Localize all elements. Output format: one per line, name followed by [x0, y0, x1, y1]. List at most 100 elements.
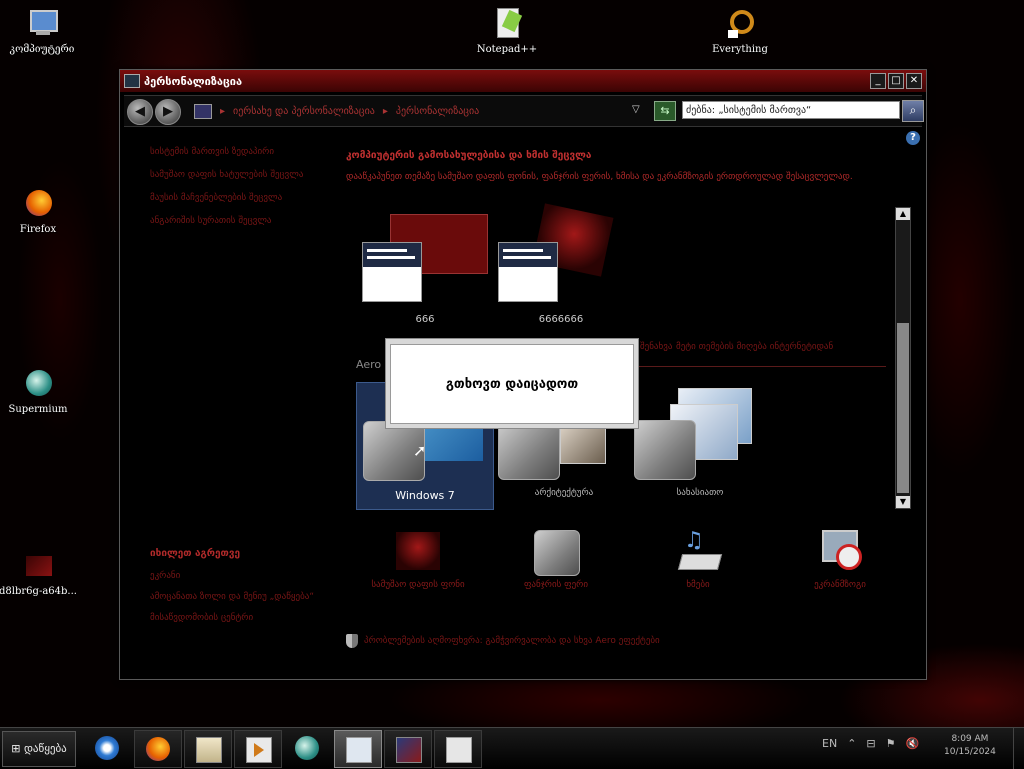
desktop-icon-label: Notepad++	[476, 44, 538, 55]
desktop-icon-computer[interactable]: კომპიუტერი	[0, 8, 84, 55]
see-also-link[interactable]: ამოცანათა ზოლი და მენიუ „დაწყება“	[150, 591, 320, 604]
taskbar-media-player[interactable]	[234, 730, 282, 768]
troubleshoot-note[interactable]: პრობლემების აღმოფხვრა: გამჭვირვალობა და …	[346, 634, 660, 648]
see-also-link[interactable]: ეკრანი	[150, 570, 320, 583]
chevron-right-icon[interactable]: ▸	[383, 106, 388, 117]
refresh-button[interactable]: ⇆	[654, 101, 676, 121]
nav-link[interactable]: ანგარიშის სურათის შეცვლა	[150, 215, 310, 228]
clock[interactable]: 8:09 AM 10/15/2024	[944, 733, 996, 759]
chevron-down-icon[interactable]: ▸	[220, 106, 225, 117]
mouse-cursor-icon: ➚	[413, 441, 427, 460]
maximize-button[interactable]: □	[888, 73, 904, 89]
taskbar-ie[interactable]	[84, 730, 130, 766]
theme-name: Windows 7	[395, 489, 455, 502]
taskbar-control-panel[interactable]	[334, 730, 382, 768]
folder-icon	[196, 737, 222, 763]
internet-explorer-icon	[95, 736, 119, 760]
chevron-up-icon[interactable]: ⌃	[847, 737, 856, 750]
app-icon	[396, 737, 422, 763]
please-wait-text: გთხოვთ დაიცადოთ	[445, 377, 579, 392]
sounds-icon: ♫	[674, 528, 723, 576]
personalization-window: პერსონალიზაცია _ □ ✕ ◀ ▶ ▸ იერსახე და პე…	[119, 69, 927, 680]
theme-item-666[interactable]: 666	[360, 210, 490, 330]
taskbar-app[interactable]	[384, 730, 432, 768]
shield-icon	[346, 634, 358, 648]
nav-link[interactable]: სამუშაო დაფის ხატულების შეცვლა	[150, 169, 310, 182]
save-theme-link[interactable]: შენახვა	[640, 342, 672, 352]
taskbar-settings-app[interactable]	[434, 730, 482, 768]
desktop-icon-notepadpp[interactable]: Notepad++	[465, 8, 549, 55]
bottom-label: სამუშაო დაფის ფონი	[371, 580, 465, 590]
firefox-icon	[146, 737, 170, 761]
start-label: დაწყება	[23, 742, 67, 755]
media-player-icon	[246, 737, 272, 763]
minimize-button[interactable]: _	[870, 73, 886, 89]
left-nav: სისტემის მართვის ზედაპირი სამუშაო დაფის …	[150, 146, 310, 238]
theme-item-characters[interactable]: სახასიათო	[632, 382, 768, 508]
search-icon[interactable]: ⌕	[902, 100, 924, 122]
start-button[interactable]: ⊞ დაწყება	[2, 731, 76, 767]
notepad-plus-plus-icon	[491, 8, 523, 40]
desktop-icon-everything[interactable]: Everything	[698, 8, 782, 55]
close-button[interactable]: ✕	[906, 73, 922, 89]
theme-preview	[498, 420, 560, 480]
desktop-background-icon	[394, 528, 442, 576]
bottom-label: ფანჯრის ფერი	[524, 580, 588, 590]
sounds-button[interactable]: ♫ ხმები	[638, 528, 758, 590]
theme-name: 6666666	[538, 314, 584, 325]
theme-preview	[362, 242, 422, 302]
window-titlebar[interactable]: პერსონალიზაცია	[120, 70, 926, 92]
bottom-label: ხმები	[686, 580, 710, 590]
show-desktop-button[interactable]	[1013, 728, 1024, 769]
control-panel-icon	[346, 737, 372, 763]
search-input[interactable]: ძებნა: „სისტემის მართვა“	[682, 101, 900, 119]
window-color-icon	[532, 528, 580, 576]
help-icon[interactable]: ?	[906, 131, 920, 145]
taskbar-explorer[interactable]	[184, 730, 232, 768]
volume-muted-icon[interactable]: 🔇	[906, 737, 920, 750]
language-indicator[interactable]: EN	[822, 737, 837, 750]
breadcrumb: ▸ იერსახე და პერსონალიზაცია ▸ პერსონალიზ…	[194, 104, 479, 119]
nav-link[interactable]: მაუსის მაჩვენებლების შეცვლა	[150, 192, 310, 205]
screensaver-button[interactable]: ეკრანმზოგი	[780, 528, 900, 590]
desktop-icon-label: Supermium	[8, 404, 68, 415]
scroll-down-button[interactable]: ▼	[896, 496, 910, 508]
clock-date: 10/15/2024	[944, 747, 996, 757]
taskbar-firefox[interactable]	[134, 730, 182, 768]
see-also-title: იხილეთ აგრეთვე	[150, 548, 241, 559]
see-also-link[interactable]: მისაწვდომობის ცენტრი	[150, 612, 320, 625]
nav-link[interactable]: სისტემის მართვის ზედაპირი	[150, 146, 310, 159]
screensaver-icon	[816, 528, 864, 576]
page-title: კომპიუტერის გამოსახულებისა და ხმის შეცვლ…	[346, 150, 592, 161]
desktop-icon-supermium[interactable]: Supermium	[0, 368, 80, 415]
scroll-thumb[interactable]	[897, 323, 909, 493]
theme-item-6666666[interactable]: 6666666	[496, 203, 626, 330]
theme-name: სახასიათო	[676, 488, 724, 498]
please-wait-dialog: გთხოვთ დაიცადოთ	[385, 338, 639, 429]
firefox-icon	[22, 188, 54, 220]
flag-icon[interactable]: ⚑	[886, 737, 896, 750]
scroll-up-button[interactable]: ▲	[896, 208, 910, 220]
window-title: პერსონალიზაცია	[144, 74, 243, 88]
taskbar-supermium[interactable]	[284, 730, 330, 766]
system-tray: EN ⌃ ⊟ ⚑ 🔇	[822, 737, 919, 750]
breadcrumb-item[interactable]: იერსახე და პერსონალიზაცია	[233, 106, 375, 117]
desktop-background-button[interactable]: სამუშაო დაფის ფონი	[358, 528, 478, 590]
control-panel-icon	[194, 104, 212, 119]
forward-button[interactable]: ▶	[155, 99, 181, 125]
desktop-icon-image-file[interactable]: d8lbr6g-a64b...	[0, 550, 80, 597]
troubleshoot-link[interactable]: პრობლემების აღმოფხვრა: გამჭვირვალობა და …	[364, 636, 660, 646]
see-also-list: ეკრანი ამოცანათა ზოლი და მენიუ „დაწყება“…	[150, 570, 320, 633]
computer-icon	[26, 8, 58, 40]
supermium-icon	[22, 368, 54, 400]
network-icon[interactable]: ⊟	[866, 737, 875, 750]
desktop-icon-firefox[interactable]: Firefox	[0, 188, 80, 235]
back-button[interactable]: ◀	[127, 99, 153, 125]
chevron-down-icon[interactable]: ▽	[632, 104, 640, 115]
breadcrumb-item[interactable]: პერსონალიზაცია	[396, 106, 479, 117]
window-color-button[interactable]: ფანჯრის ფერი	[496, 528, 616, 590]
desktop-icon-label: Firefox	[19, 224, 57, 235]
themes-scrollbar[interactable]: ▲ ▼	[895, 207, 911, 509]
theme-name: არქიტექტურა	[534, 488, 594, 498]
get-more-themes-link[interactable]: მეტი თემების მიღება ინტერნეტიდან	[676, 342, 833, 352]
